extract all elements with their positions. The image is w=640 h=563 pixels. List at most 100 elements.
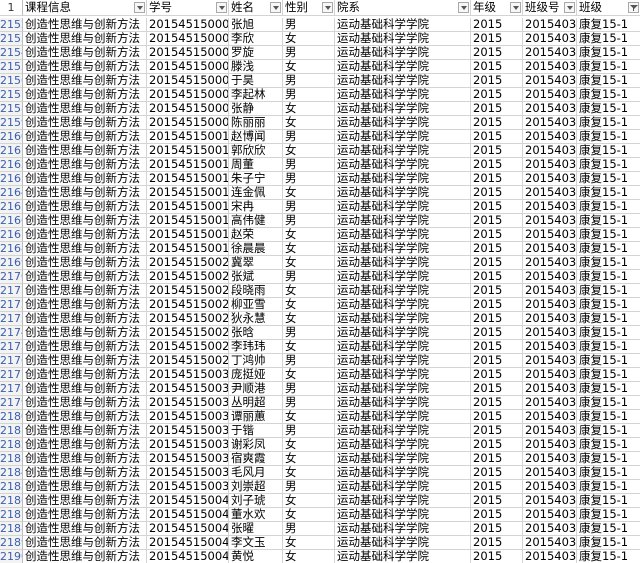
table-cell[interactable]: 201545150041 (147, 508, 229, 522)
row-number[interactable]: 2155 (0, 60, 23, 74)
table-cell[interactable]: 罗旋 (229, 46, 283, 60)
table-cell[interactable]: 2015403 (523, 368, 577, 382)
table-cell[interactable]: 运动基础科学学院 (335, 172, 471, 186)
table-cell[interactable]: 2015 (471, 550, 523, 563)
table-cell[interactable]: 2015 (471, 116, 523, 130)
table-cell[interactable]: 2015403 (523, 494, 577, 508)
row-number[interactable]: 2158 (0, 102, 23, 116)
table-cell[interactable]: 康复15-1 (577, 228, 640, 242)
table-cell[interactable]: 201545150012 (147, 158, 229, 172)
table-cell[interactable]: 201545150034 (147, 424, 229, 438)
row-number[interactable]: 2174 (0, 326, 23, 340)
column-header[interactable]: 姓名 (229, 0, 283, 16)
table-cell[interactable]: 康复15-1 (577, 494, 640, 508)
row-number[interactable]: 2165 (0, 200, 23, 214)
table-cell[interactable]: 滕浅 (229, 60, 283, 74)
table-cell[interactable]: 2015403 (523, 312, 577, 326)
table-cell[interactable]: 创造性思维与创新方法 (23, 452, 147, 466)
row-number[interactable]: 2164 (0, 186, 23, 200)
table-cell[interactable]: 运动基础科学学院 (335, 186, 471, 200)
table-cell[interactable]: 201545150038 (147, 466, 229, 480)
table-cell[interactable]: 201545150039 (147, 480, 229, 494)
table-cell[interactable]: 2015403 (523, 424, 577, 438)
table-cell[interactable]: 201545150021 (147, 270, 229, 284)
row-number[interactable]: 2171 (0, 284, 23, 298)
table-cell[interactable]: 康复15-1 (577, 200, 640, 214)
table-cell[interactable]: 201545150022 (147, 284, 229, 298)
table-cell[interactable]: 女 (283, 536, 335, 550)
table-cell[interactable]: 运动基础科学学院 (335, 60, 471, 74)
row-number[interactable]: 2180 (0, 410, 23, 424)
table-cell[interactable]: 2015 (471, 480, 523, 494)
table-cell[interactable]: 2015 (471, 466, 523, 480)
table-cell[interactable]: 女 (283, 32, 335, 46)
table-cell[interactable]: 张静 (229, 102, 283, 116)
table-cell[interactable]: 创造性思维与创新方法 (23, 46, 147, 60)
table-cell[interactable]: 201545150014 (147, 186, 229, 200)
table-cell[interactable]: 201545150011 (147, 144, 229, 158)
table-cell[interactable]: 男 (283, 158, 335, 172)
table-cell[interactable]: 赵荣 (229, 228, 283, 242)
table-cell[interactable]: 2015403 (523, 522, 577, 536)
table-cell[interactable]: 女 (283, 438, 335, 452)
table-cell[interactable]: 运动基础科学学院 (335, 88, 471, 102)
table-cell[interactable]: 男 (283, 480, 335, 494)
table-cell[interactable]: 运动基础科学学院 (335, 354, 471, 368)
table-cell[interactable]: 2015403 (523, 200, 577, 214)
table-cell[interactable]: 康复15-1 (577, 326, 640, 340)
table-cell[interactable]: 运动基础科学学院 (335, 298, 471, 312)
table-cell[interactable]: 201545150008 (147, 102, 229, 116)
table-cell[interactable]: 运动基础科学学院 (335, 32, 471, 46)
table-cell[interactable]: 李文玉 (229, 536, 283, 550)
table-cell[interactable]: 创造性思维与创新方法 (23, 536, 147, 550)
table-cell[interactable]: 康复15-1 (577, 46, 640, 60)
table-cell[interactable]: 张晗 (229, 326, 283, 340)
row-number[interactable]: 2190 (0, 550, 23, 563)
table-cell[interactable]: 男 (283, 396, 335, 410)
row-number[interactable]: 2185 (0, 480, 23, 494)
table-cell[interactable]: 201545150033 (147, 410, 229, 424)
table-cell[interactable]: 2015 (471, 424, 523, 438)
row-number[interactable]: 2156 (0, 74, 23, 88)
table-cell[interactable]: 高伟健 (229, 214, 283, 228)
table-cell[interactable]: 柳亚雪 (229, 298, 283, 312)
table-cell[interactable]: 女 (283, 284, 335, 298)
table-cell[interactable]: 康复15-1 (577, 158, 640, 172)
table-cell[interactable]: 康复15-1 (577, 536, 640, 550)
table-cell[interactable]: 2015 (471, 452, 523, 466)
table-cell[interactable]: 运动基础科学学院 (335, 214, 471, 228)
table-cell[interactable]: 运动基础科学学院 (335, 200, 471, 214)
table-cell[interactable]: 段晓雨 (229, 284, 283, 298)
row-number[interactable]: 2160 (0, 130, 23, 144)
table-cell[interactable]: 2015 (471, 228, 523, 242)
table-cell[interactable]: 201545150035 (147, 438, 229, 452)
table-cell[interactable]: 尹顺港 (229, 382, 283, 396)
row-number[interactable]: 2184 (0, 466, 23, 480)
table-cell[interactable]: 康复15-1 (577, 396, 640, 410)
table-cell[interactable]: 男 (283, 88, 335, 102)
table-cell[interactable]: 2015403 (523, 438, 577, 452)
table-cell[interactable]: 2015403 (523, 396, 577, 410)
table-cell[interactable]: 2015 (471, 256, 523, 270)
table-cell[interactable]: 创造性思维与创新方法 (23, 200, 147, 214)
table-cell[interactable]: 创造性思维与创新方法 (23, 522, 147, 536)
table-cell[interactable]: 康复15-1 (577, 452, 640, 466)
table-cell[interactable]: 运动基础科学学院 (335, 18, 471, 32)
row-number[interactable]: 2176 (0, 354, 23, 368)
table-cell[interactable]: 女 (283, 186, 335, 200)
row-number[interactable]: 2154 (0, 46, 23, 60)
table-cell[interactable]: 201545150023 (147, 298, 229, 312)
table-cell[interactable]: 2015403 (523, 18, 577, 32)
table-cell[interactable]: 运动基础科学学院 (335, 242, 471, 256)
table-cell[interactable]: 2015 (471, 396, 523, 410)
table-cell[interactable]: 2015 (471, 298, 523, 312)
row-number[interactable]: 2162 (0, 158, 23, 172)
table-cell[interactable]: 康复15-1 (577, 144, 640, 158)
table-cell[interactable]: 女 (283, 312, 335, 326)
row-number[interactable]: 2186 (0, 494, 23, 508)
filter-dropdown-icon[interactable] (458, 2, 469, 13)
table-cell[interactable]: 运动基础科学学院 (335, 46, 471, 60)
table-cell[interactable]: 运动基础科学学院 (335, 410, 471, 424)
table-cell[interactable]: 2015403 (523, 536, 577, 550)
table-cell[interactable]: 2015403 (523, 340, 577, 354)
